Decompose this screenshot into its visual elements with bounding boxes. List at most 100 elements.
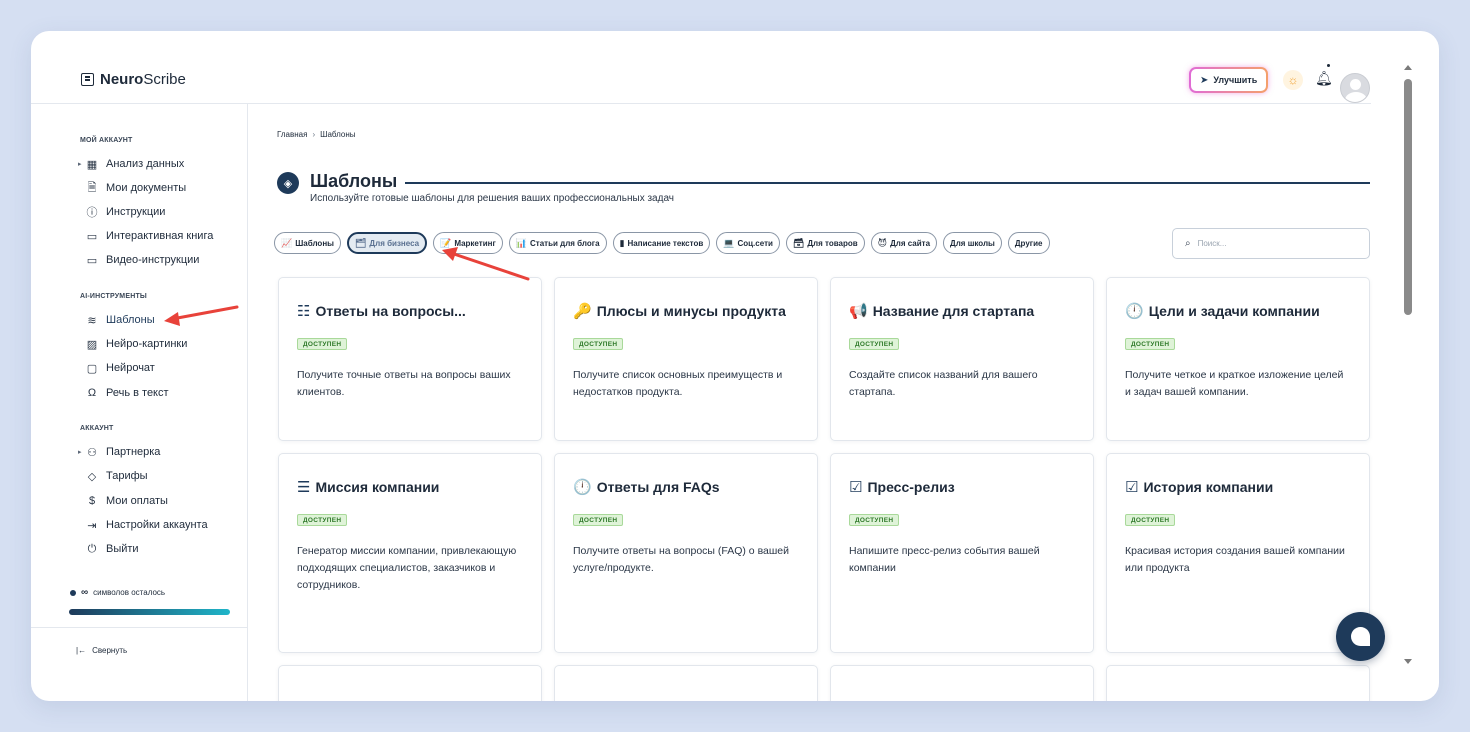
caret-right-icon[interactable]: ▸ (78, 448, 82, 456)
template-card[interactable]: 🕛 Ответы для FAQs ДОСТУПЕН Получите ответ… (554, 453, 818, 653)
page-subtitle: Используйте готовые шаблоны для решения … (310, 193, 674, 204)
filter-products[interactable]: 🗃 Для товаров (785, 232, 865, 254)
title-underline (405, 182, 1370, 184)
template-card[interactable] (278, 665, 542, 701)
template-card[interactable]: 🕛 Цели и задачи компании ДОСТУПЕН Получит… (1106, 277, 1370, 441)
filter-copywriting[interactable]: ▮ Написание текстов (612, 232, 711, 254)
status-badge: ДОСТУПЕН (297, 514, 348, 526)
rocket-icon: ➤ (1200, 74, 1209, 86)
template-card[interactable] (1106, 665, 1370, 701)
layers-icon: ≋ (87, 314, 97, 327)
card-description: Создайте список названий для вашего стар… (849, 369, 1038, 398)
scroll-down-arrow[interactable] (1404, 659, 1412, 664)
folder-icon: 🗂 (354, 237, 367, 248)
breadcrumb-home[interactable]: Главная (277, 130, 307, 139)
section-my-account: МОЙ АККАУНТ (80, 137, 133, 144)
status-badge: ДОСТУПЕН (849, 338, 900, 350)
filter-website[interactable]: 😈 Для сайта (870, 232, 938, 254)
login-icon: ⇥ (87, 519, 97, 532)
template-card[interactable]: ☑ История компании ДОСТУПЕН Красивая исто… (1106, 453, 1370, 653)
clock-icon: 🕛 (1125, 303, 1144, 320)
collapse-icon: |← (76, 646, 87, 655)
collapse-sidebar-button[interactable]: |← Свернуть (76, 646, 127, 655)
section-ai-tools: AI-ИНСТРУМЕНТЫ (80, 293, 147, 300)
template-card[interactable] (554, 665, 818, 701)
list-icon: ☷ (297, 303, 311, 320)
sidebar-bottom-divider (31, 627, 247, 628)
filter-templates[interactable]: 📈 Шаблоны (274, 232, 341, 254)
status-badge: ДОСТУПЕН (1125, 514, 1176, 526)
users-icon: ⚇ (87, 446, 97, 459)
scrollbar-thumb[interactable] (1404, 79, 1412, 315)
card-description: Напишите пресс-релиз события вашей компа… (849, 545, 1040, 574)
scroll-up-arrow[interactable] (1404, 65, 1412, 70)
card-description: Красивая история создания вашей компании… (1125, 545, 1345, 574)
sidebar-item-speech-to-text[interactable]: Ω Речь в текст (86, 385, 169, 401)
filter-business[interactable]: 🗂 Для бизнеса (346, 232, 428, 254)
card-description: Генератор миссии компании, привлекающую … (297, 545, 517, 591)
image-icon: ▨ (86, 338, 98, 351)
sidebar-item-my-payments[interactable]: $ Мои оплаты (86, 493, 168, 509)
sidebar-item-tariffs[interactable]: ◇ Тарифы (86, 468, 148, 484)
sidebar-item-neuro-images[interactable]: ▨ Нейро-картинки (86, 336, 188, 352)
sidebar-item-templates[interactable]: ≋ Шаблоны (86, 312, 154, 328)
avatar[interactable] (1340, 73, 1370, 103)
sidebar-divider (247, 103, 248, 701)
status-dot (70, 589, 76, 596)
bar-chart-icon: 📊 (515, 237, 527, 248)
sidebar-item-instructions[interactable]: ⓘ Инструкции (86, 204, 166, 220)
devil-icon: 😈 (877, 237, 888, 248)
support-chat-button[interactable] (1336, 612, 1385, 661)
chevron-right-icon: › (312, 130, 316, 139)
search-icon: ⌕ (1185, 238, 1191, 249)
sidebar-item-my-documents[interactable]: 🗎 Мои документы (86, 180, 187, 196)
annotation-arrow-line (449, 251, 530, 281)
search-placeholder: Поиск... (1197, 239, 1227, 248)
card-description: Получите точные ответы на вопросы ваших … (297, 369, 511, 398)
template-card[interactable]: ☑ Пресс-релиз ДОСТУПЕН Напишите пресс-рел… (830, 453, 1094, 653)
key-icon: 🔑 (573, 303, 592, 320)
search-input[interactable]: ⌕ Поиск... (1172, 228, 1370, 259)
template-card[interactable]: 📢 Название для стартапа ДОСТУПЕН Создайте… (830, 277, 1094, 441)
upgrade-button[interactable]: ➤ Улучшить (1189, 67, 1268, 93)
memo-icon: 📝 (440, 237, 452, 248)
template-card[interactable]: 🔑 Плюсы и минусы продукта ДОСТУПЕН Получи… (554, 277, 818, 441)
sidebar-item-account-settings[interactable]: ⇥ Настройки аккаунта (86, 517, 207, 533)
filter-marketing[interactable]: 📝 Маркетинг (433, 232, 503, 254)
sidebar-item-video-instructions[interactable]: ▭ Видео-инструкции (86, 252, 200, 268)
breadcrumb-current: Шаблоны (320, 130, 356, 139)
notifications-bell-icon[interactable]: 🔔︎ (1315, 70, 1333, 87)
cabinet-icon: 🗃 (792, 237, 805, 248)
chat-icon: ▢ (86, 362, 98, 375)
checkbox-icon: ☑ (849, 479, 863, 496)
brand-logo[interactable]: NeuroScribe (81, 71, 186, 88)
megaphone-icon: 📢 (849, 303, 868, 320)
sidebar-item-partner[interactable]: ⚇ Партнерка (86, 444, 160, 460)
status-badge: ДОСТУПЕН (573, 514, 624, 526)
template-card[interactable]: ☷ Ответы на вопросы... ДОСТУПЕН Получите … (278, 277, 542, 441)
laptop-icon: 💻 (723, 237, 735, 248)
template-card[interactable]: ☰ Миссия компании ДОСТУПЕН Генератор мисс… (278, 453, 542, 653)
sidebar-item-logout[interactable]: ⏻ Выйти (86, 541, 139, 557)
filter-blog-articles[interactable]: 📊 Статьи для блога (508, 232, 607, 254)
sidebar-item-data-analysis[interactable]: ▦ Анализ данных (86, 156, 185, 172)
layers-icon: ◈ (277, 172, 299, 194)
filter-other[interactable]: Другие (1007, 232, 1050, 254)
clock-icon: 🕛 (573, 479, 592, 496)
status-badge: ДОСТУПЕН (849, 514, 900, 526)
theme-toggle-sun-icon[interactable]: ☼ (1283, 70, 1303, 90)
filter-social[interactable]: 💻 Соц.сети (716, 232, 780, 254)
logo-icon (81, 73, 94, 86)
document-icon: 🗎 (87, 181, 97, 194)
filter-school[interactable]: Для школы (943, 232, 1002, 254)
video-icon: ▭ (86, 254, 98, 267)
sidebar: МОЙ АККАУНТ ▦ Анализ данных ▸ 🗎 Мои доку… (31, 104, 247, 701)
card-description: Получите список основных преимуществ и н… (573, 369, 783, 398)
sidebar-item-interactive-book[interactable]: ▭ Интерактивная книга (86, 228, 214, 244)
sidebar-item-neurochat[interactable]: ▢ Нейрочат (86, 360, 155, 376)
template-card[interactable] (830, 665, 1094, 701)
credits-progress-bar (69, 609, 230, 615)
notification-dot (1327, 64, 1330, 67)
headphones-icon: Ω (87, 387, 97, 399)
caret-right-icon[interactable]: ▸ (78, 160, 82, 168)
